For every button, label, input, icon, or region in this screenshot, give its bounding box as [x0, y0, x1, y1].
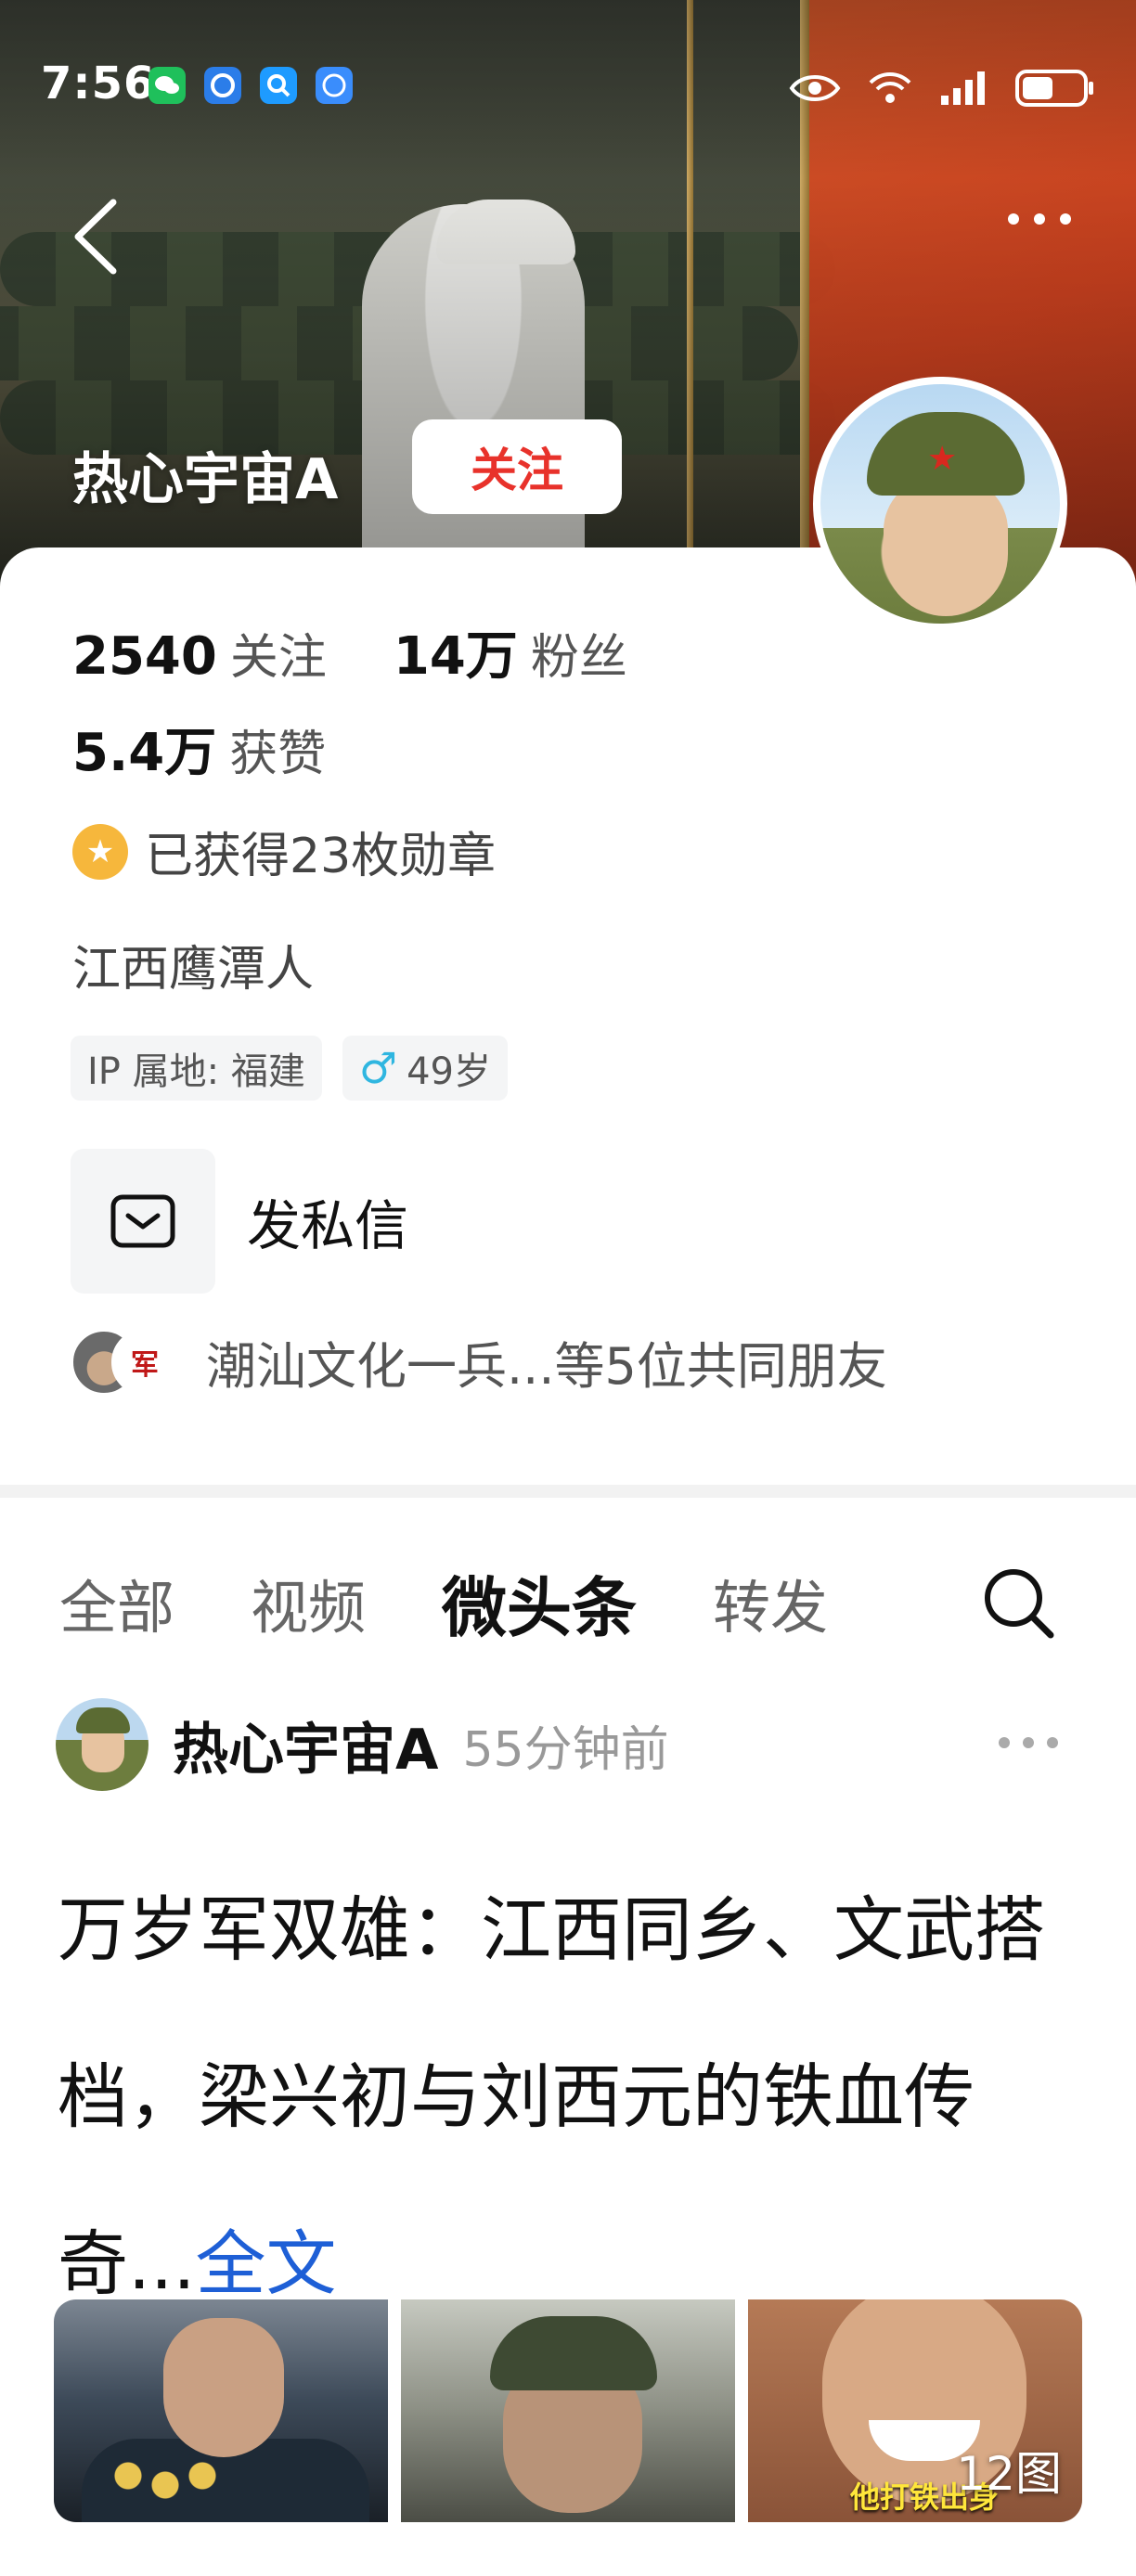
more-dots-icon [1047, 1737, 1058, 1748]
profile-name: 热心宇宙A [72, 447, 339, 512]
section-divider [0, 1485, 1136, 1498]
search-icon [985, 1569, 1054, 1639]
post-images: 他打铁出身 12图 [54, 2299, 1082, 2522]
likes-stat[interactable]: 5.4万 获赞 [72, 711, 326, 786]
message-icon-box [71, 1149, 215, 1294]
post-author[interactable]: 热心宇宙A [173, 1705, 438, 1785]
more-dots-icon [1034, 213, 1045, 225]
ip-location-label: IP 属地: 福建 [87, 1050, 305, 1093]
hometown-text: 江西鹰潭人 [72, 942, 315, 998]
post-text[interactable]: 万岁军双雄：江西同乡、文武搭档，梁兴初与刘西元的铁血传奇...全文 [58, 1847, 1078, 2348]
likes-label: 获赞 [229, 727, 327, 782]
post-image-3[interactable]: 他打铁出身 12图 [748, 2299, 1082, 2522]
image-figure [490, 2316, 657, 2390]
medal-row[interactable]: ★ 已获得23枚勋章 [72, 817, 496, 886]
tab-micro-headline[interactable]: 微头条 [442, 1556, 637, 1650]
fans-label: 粉丝 [530, 630, 627, 686]
tab-video[interactable]: 视频 [251, 1561, 366, 1644]
more-dots-icon [1023, 1737, 1034, 1748]
post-image-1[interactable] [54, 2299, 388, 2522]
search-app-icon [260, 67, 297, 104]
following-label: 关注 [229, 630, 327, 686]
post-more-button[interactable] [999, 1737, 1058, 1748]
profile-card: 2540 关注 14万 粉丝 5.4万 获赞 ★ 已获得23枚勋章 江西鹰潭人 … [0, 547, 1136, 1485]
more-button[interactable] [1008, 213, 1071, 225]
bottom-action-bar [0, 2543, 1136, 2576]
post-time: 55分钟前 [462, 1721, 669, 1778]
message-label: 发私信 [247, 1194, 409, 1257]
male-icon: ♂ [358, 1043, 398, 1093]
following-count: 2540 [72, 626, 217, 687]
age-tag: ♂ 49岁 [342, 1036, 508, 1101]
fans-count: 14万 [393, 626, 518, 687]
image-medals [110, 2457, 221, 2513]
message-button[interactable]: 发私信 [71, 1149, 408, 1294]
tab-repost[interactable]: 转发 [713, 1561, 828, 1644]
mutual-text: 潮汕文化一兵...等5位共同朋友 [206, 1337, 887, 1396]
post-image-2[interactable] [401, 2299, 735, 2522]
profile-tags: IP 属地: 福建 ♂ 49岁 [71, 1036, 508, 1101]
wifi-icon [867, 70, 913, 110]
follow-button[interactable]: 关注 [412, 419, 622, 514]
avatar[interactable]: ★ [813, 377, 1067, 631]
more-dots-icon [999, 1737, 1010, 1748]
more-dots-icon [1008, 213, 1019, 225]
content-tabs: 全部 视频 微头条 转发 [59, 1552, 1080, 1654]
image-figure [163, 2318, 284, 2457]
image-count-badge: 12图 [956, 2447, 1062, 2501]
post-avatar[interactable] [56, 1698, 148, 1791]
medal-text: 已获得23枚勋章 [145, 829, 497, 884]
tab-all[interactable]: 全部 [59, 1561, 174, 1644]
compass-icon [316, 67, 353, 104]
envelope-icon [110, 1194, 175, 1248]
signal-icon [939, 70, 989, 110]
post-header: 热心宇宙A 55分钟前 [56, 1698, 1077, 1791]
battery-icon [1015, 69, 1095, 111]
medal-icon: ★ [72, 823, 128, 880]
mutual-avatar-2: 军 [111, 1328, 178, 1396]
stats-row: 2540 关注 14万 粉丝 [72, 614, 627, 689]
following-stat[interactable]: 2540 关注 [72, 618, 327, 688]
back-button[interactable] [67, 195, 132, 278]
eye-icon [789, 71, 841, 109]
avatar-face [884, 477, 1008, 616]
search-button[interactable] [976, 1561, 1060, 1644]
likes-count: 5.4万 [72, 723, 217, 783]
wechat-icon [148, 67, 186, 104]
status-time: 7:56 [41, 58, 156, 109]
post-avatar-cap [76, 1707, 130, 1733]
star-icon: ★ [927, 440, 958, 478]
browser-icon [204, 67, 241, 104]
ip-location-tag: IP 属地: 福建 [71, 1036, 322, 1101]
status-bar: 7:56 [0, 37, 1136, 139]
read-more-link[interactable]: 全文 [195, 2222, 336, 2305]
age-label: 49岁 [407, 1050, 491, 1093]
chevron-left-icon [74, 199, 117, 275]
mutual-friends[interactable]: 军 潮汕文化一兵...等5位共同朋友 [71, 1325, 887, 1398]
more-dots-icon [1060, 213, 1071, 225]
mutual-avatars: 军 [71, 1328, 178, 1396]
status-right [789, 69, 1095, 111]
fans-stat[interactable]: 14万 粉丝 [394, 614, 627, 689]
